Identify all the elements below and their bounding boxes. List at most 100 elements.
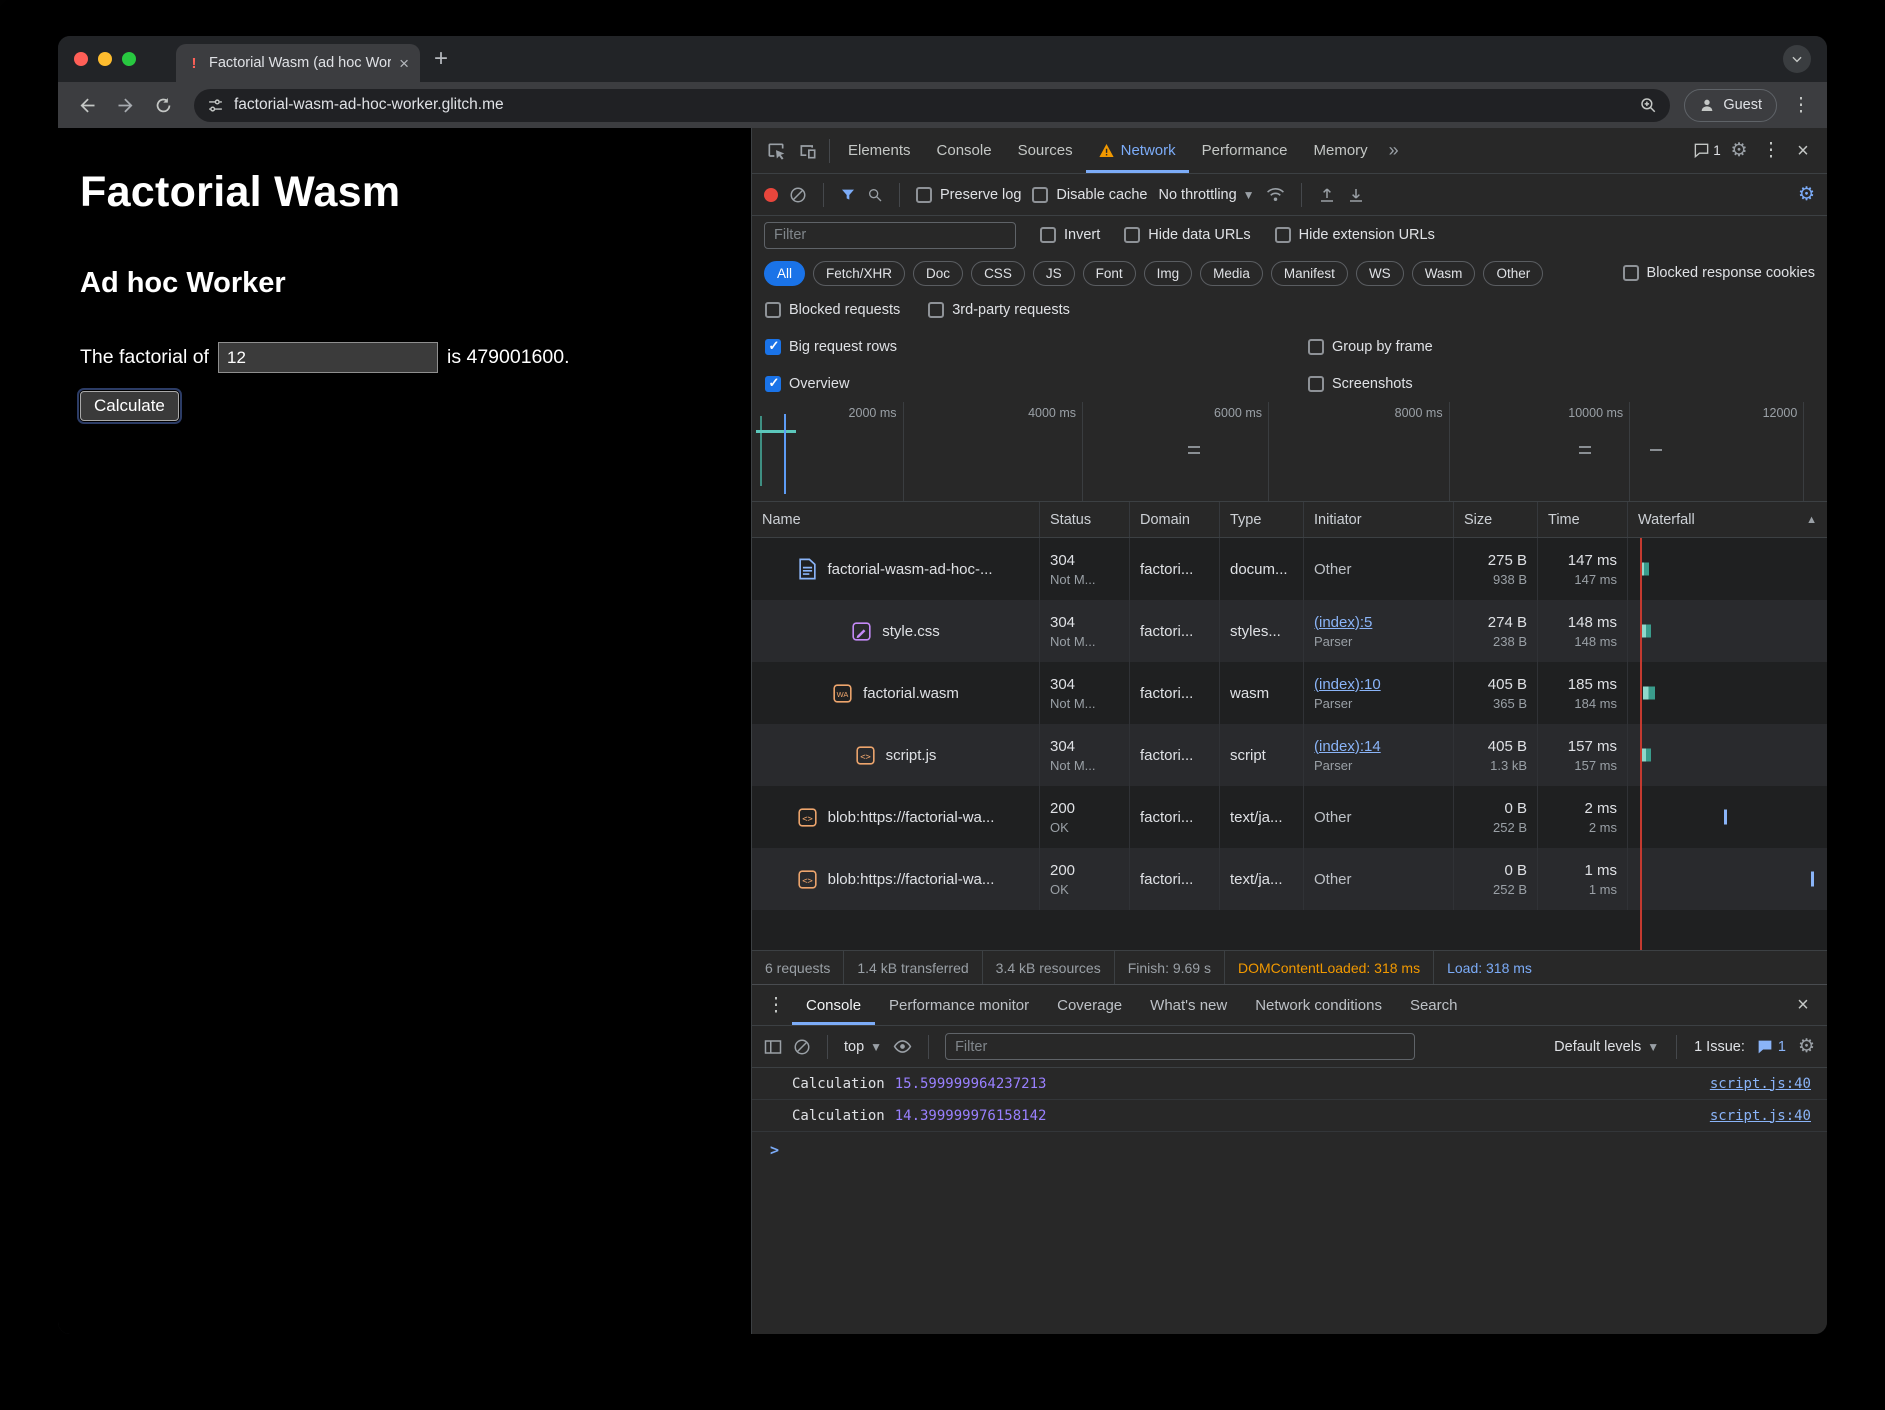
more-tabs-icon[interactable]: » bbox=[1381, 140, 1407, 161]
profile-button[interactable]: Guest bbox=[1684, 89, 1777, 122]
table-row[interactable]: <>blob:https://factorial-wa... 200OK fac… bbox=[752, 786, 1827, 848]
fullscreen-window-button[interactable] bbox=[122, 52, 136, 66]
drawer-tab-console[interactable]: Console bbox=[792, 985, 875, 1025]
initiator-link[interactable]: (index):5 bbox=[1314, 614, 1443, 631]
filter-chip-other[interactable]: Other bbox=[1483, 261, 1543, 286]
throttling-dropdown[interactable]: No throttling ▼ bbox=[1158, 187, 1254, 203]
initiator-link[interactable]: (index):14 bbox=[1314, 738, 1443, 755]
tab-close-icon[interactable]: × bbox=[399, 55, 409, 72]
hide-data-urls-checkbox[interactable]: Hide data URLs bbox=[1124, 227, 1250, 243]
filter-chip-font[interactable]: Font bbox=[1083, 261, 1136, 286]
filter-chip-wasm[interactable]: Wasm bbox=[1412, 261, 1476, 286]
create-live-expression-button[interactable] bbox=[893, 1040, 912, 1053]
filter-chip-media[interactable]: Media bbox=[1200, 261, 1263, 286]
column-header-type[interactable]: Type bbox=[1220, 502, 1304, 537]
filter-chip-fetch-xhr[interactable]: Fetch/XHR bbox=[813, 261, 905, 286]
console-settings-button[interactable]: ⚙ bbox=[1798, 1037, 1815, 1056]
browser-menu-button[interactable]: ⋮ bbox=[1787, 94, 1815, 117]
network-conditions-button[interactable] bbox=[1266, 187, 1285, 202]
screenshots-checkbox[interactable]: Screenshots bbox=[1308, 376, 1413, 392]
tab-search-button[interactable] bbox=[1783, 45, 1811, 73]
filter-chip-css[interactable]: CSS bbox=[971, 261, 1025, 286]
network-search-button[interactable] bbox=[867, 187, 883, 203]
console-messages-button[interactable]: 1 bbox=[1691, 135, 1723, 167]
clear-network-log-button[interactable] bbox=[789, 186, 807, 204]
console-prompt[interactable]: > bbox=[752, 1132, 1827, 1159]
export-har-button[interactable] bbox=[1347, 186, 1365, 204]
column-header-size[interactable]: Size bbox=[1454, 502, 1538, 537]
tab-performance[interactable]: Performance bbox=[1189, 128, 1301, 173]
drawer-close-button[interactable]: × bbox=[1787, 989, 1819, 1021]
table-row[interactable]: WAfactorial.wasm 304Not M... factori... … bbox=[752, 662, 1827, 724]
hide-extension-urls-checkbox[interactable]: Hide extension URLs bbox=[1275, 227, 1435, 243]
drawer-tab-whats-new[interactable]: What's new bbox=[1136, 985, 1241, 1025]
inspect-element-button[interactable] bbox=[760, 135, 792, 167]
drawer-tab-network-conditions[interactable]: Network conditions bbox=[1241, 985, 1396, 1025]
tab-network[interactable]: Network bbox=[1086, 128, 1189, 173]
new-tab-button[interactable]: + bbox=[434, 47, 448, 71]
browser-tab[interactable]: ! Factorial Wasm (ad hoc Work × bbox=[176, 44, 420, 82]
factorial-input[interactable] bbox=[218, 342, 438, 373]
table-row[interactable]: <>blob:https://factorial-wa... 200OK fac… bbox=[752, 848, 1827, 910]
log-levels-dropdown[interactable]: Default levels ▼ bbox=[1554, 1039, 1659, 1055]
reload-button[interactable] bbox=[146, 88, 180, 122]
column-header-initiator[interactable]: Initiator bbox=[1304, 502, 1454, 537]
forward-button[interactable] bbox=[108, 88, 142, 122]
close-window-button[interactable] bbox=[74, 52, 88, 66]
drawer-tab-coverage[interactable]: Coverage bbox=[1043, 985, 1136, 1025]
url-text[interactable]: factorial-wasm-ad-hoc-worker.glitch.me bbox=[234, 96, 1629, 114]
network-overview-timeline[interactable]: 2000 ms 4000 ms 6000 ms 8000 ms 10000 ms… bbox=[752, 402, 1827, 502]
column-header-time[interactable]: Time bbox=[1538, 502, 1628, 537]
filter-chip-doc[interactable]: Doc bbox=[913, 261, 963, 286]
drawer-menu-button[interactable]: ⋮ bbox=[760, 989, 792, 1021]
devtools-settings-button[interactable]: ⚙ bbox=[1723, 135, 1755, 167]
minimize-window-button[interactable] bbox=[98, 52, 112, 66]
filter-chip-img[interactable]: Img bbox=[1144, 261, 1193, 286]
record-network-log-button[interactable] bbox=[764, 188, 778, 202]
filter-chip-manifest[interactable]: Manifest bbox=[1271, 261, 1348, 286]
devtools-menu-button[interactable]: ⋮ bbox=[1755, 135, 1787, 167]
big-request-rows-checkbox[interactable]: Big request rows bbox=[765, 339, 1308, 355]
import-har-button[interactable] bbox=[1318, 186, 1336, 204]
group-by-frame-checkbox[interactable]: Group by frame bbox=[1308, 339, 1433, 355]
disable-cache-checkbox[interactable]: Disable cache bbox=[1032, 187, 1147, 203]
device-toolbar-button[interactable] bbox=[792, 135, 824, 167]
third-party-requests-checkbox[interactable]: 3rd-party requests bbox=[928, 302, 1070, 318]
network-filter-input[interactable] bbox=[764, 222, 1016, 249]
filter-toggle-button[interactable] bbox=[840, 187, 856, 203]
site-settings-icon[interactable] bbox=[207, 97, 224, 114]
table-row[interactable]: factorial-wasm-ad-hoc-... 304Not M... fa… bbox=[752, 538, 1827, 600]
preserve-log-checkbox[interactable]: Preserve log bbox=[916, 187, 1021, 203]
blocked-requests-checkbox[interactable]: Blocked requests bbox=[765, 302, 900, 318]
console-filter-input[interactable] bbox=[945, 1033, 1415, 1060]
column-header-status[interactable]: Status bbox=[1040, 502, 1130, 537]
issues-button[interactable]: 1 bbox=[1757, 1039, 1786, 1055]
drawer-tab-performance-monitor[interactable]: Performance monitor bbox=[875, 985, 1043, 1025]
filter-chip-js[interactable]: JS bbox=[1033, 261, 1075, 286]
execution-context-dropdown[interactable]: top ▼ bbox=[844, 1039, 882, 1055]
address-bar[interactable]: factorial-wasm-ad-hoc-worker.glitch.me bbox=[194, 89, 1670, 122]
console-sidebar-button[interactable] bbox=[764, 1039, 782, 1055]
initiator-link[interactable]: (index):10 bbox=[1314, 676, 1443, 693]
tab-sources[interactable]: Sources bbox=[1005, 128, 1086, 173]
network-settings-button[interactable]: ⚙ bbox=[1798, 185, 1815, 204]
tab-elements[interactable]: Elements bbox=[835, 128, 924, 173]
invert-checkbox[interactable]: Invert bbox=[1040, 227, 1100, 243]
column-header-waterfall[interactable]: Waterfall ▲ bbox=[1628, 502, 1827, 537]
blocked-response-cookies-checkbox[interactable]: Blocked response cookies bbox=[1623, 265, 1815, 281]
message-source-link[interactable]: script.js:40 bbox=[1710, 1076, 1811, 1092]
tab-memory[interactable]: Memory bbox=[1301, 128, 1381, 173]
back-button[interactable] bbox=[70, 88, 104, 122]
table-row[interactable]: <>script.js 304Not M... factori... scrip… bbox=[752, 724, 1827, 786]
filter-chip-all[interactable]: All bbox=[764, 261, 805, 286]
zoom-search-icon[interactable] bbox=[1639, 96, 1657, 114]
tab-console[interactable]: Console bbox=[924, 128, 1005, 173]
column-header-domain[interactable]: Domain bbox=[1130, 502, 1220, 537]
clear-console-button[interactable] bbox=[793, 1038, 811, 1056]
table-row[interactable]: style.css 304Not M... factori... styles.… bbox=[752, 600, 1827, 662]
message-source-link[interactable]: script.js:40 bbox=[1710, 1108, 1811, 1124]
filter-chip-ws[interactable]: WS bbox=[1356, 261, 1404, 286]
calculate-button[interactable]: Calculate bbox=[80, 391, 179, 421]
overview-checkbox[interactable]: Overview bbox=[765, 376, 1308, 392]
column-header-name[interactable]: Name bbox=[752, 502, 1040, 537]
